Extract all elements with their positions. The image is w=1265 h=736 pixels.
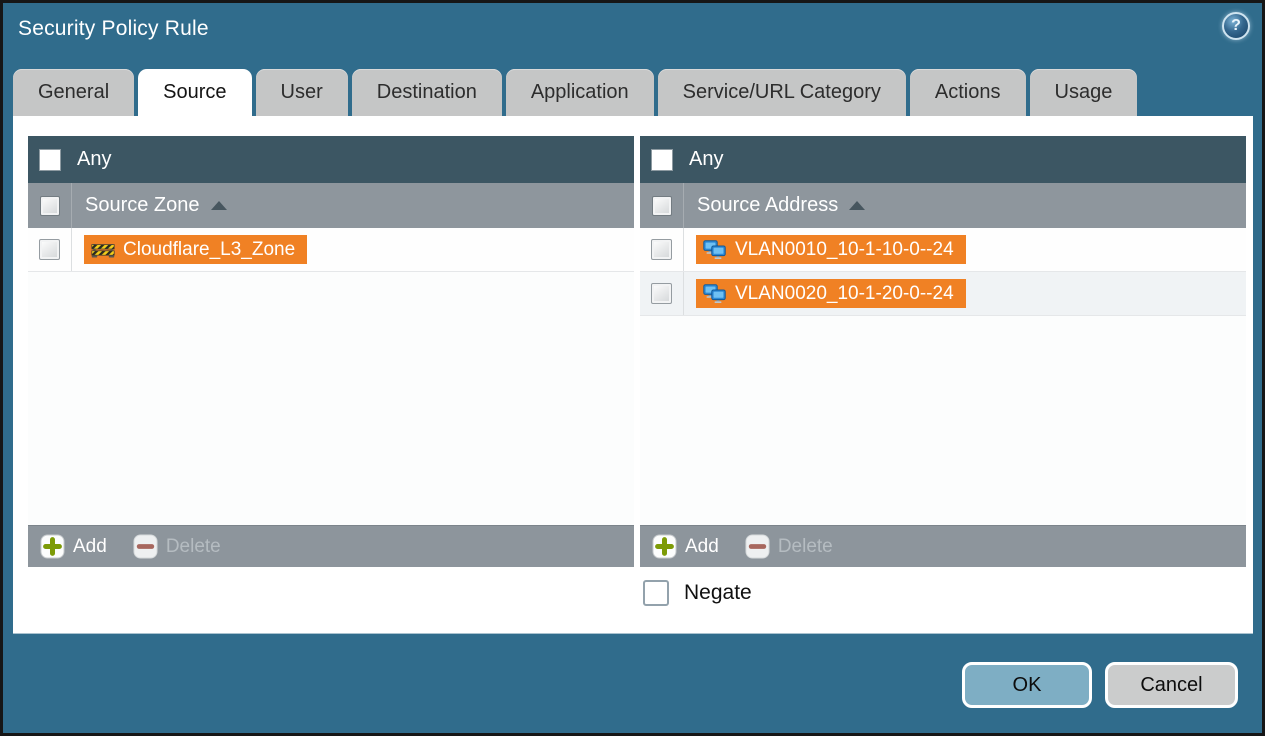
source-address-any-header: Any xyxy=(640,136,1246,183)
source-address-footer: Add Delete xyxy=(640,525,1246,567)
add-button[interactable]: Add xyxy=(652,534,719,559)
table-row[interactable]: VLAN0020_10-1-20-0--24 xyxy=(640,272,1246,316)
source-zone-column-label: Source Zone xyxy=(85,194,200,216)
source-zone-footer: Add Delete xyxy=(28,525,634,567)
source-zone-any-header: Any xyxy=(28,136,634,183)
negate-label: Negate xyxy=(684,581,752,604)
source-zone-any-label: Any xyxy=(77,148,112,170)
address-tag[interactable]: VLAN0010_10-1-10-0--24 xyxy=(696,235,966,264)
row-checkbox[interactable] xyxy=(651,239,672,260)
row-checkbox[interactable] xyxy=(651,283,672,304)
add-plus-icon xyxy=(652,534,677,559)
source-address-rows: VLAN0010_10-1-10-0--24 VLAN0020_10-1-20-… xyxy=(640,228,1246,525)
network-icon xyxy=(703,283,727,304)
source-address-column-label: Source Address xyxy=(697,194,839,216)
address-tag-label: VLAN0020_10-1-20-0--24 xyxy=(735,282,954,304)
add-label: Add xyxy=(73,535,107,557)
negate-checkbox[interactable] xyxy=(643,580,669,606)
source-address-any-label: Any xyxy=(689,148,724,170)
delete-minus-icon xyxy=(745,534,770,559)
tab-application[interactable]: Application xyxy=(505,69,654,116)
source-address-column-header: Source Address xyxy=(640,183,1246,228)
delete-minus-icon xyxy=(133,534,158,559)
source-zone-column-sort[interactable]: Source Zone xyxy=(72,183,227,228)
tab-destination[interactable]: Destination xyxy=(351,69,502,116)
source-zone-select-all-checkbox[interactable] xyxy=(39,195,60,216)
zone-icon xyxy=(91,241,115,258)
source-address-any-checkbox[interactable] xyxy=(651,148,673,171)
sort-ascending-icon xyxy=(849,201,866,210)
tab-general[interactable]: General xyxy=(13,69,135,116)
zone-tag-label: Cloudflare_L3_Zone xyxy=(123,238,296,260)
help-glyph: ? xyxy=(1231,17,1241,34)
address-tag-label: VLAN0010_10-1-10-0--24 xyxy=(735,238,954,260)
add-plus-icon xyxy=(40,534,65,559)
add-button[interactable]: Add xyxy=(40,534,107,559)
source-zone-column-header: Source Zone xyxy=(28,183,634,228)
ok-button[interactable]: OK xyxy=(962,662,1092,708)
titlebar: Security Policy Rule ? xyxy=(3,3,1262,66)
help-icon[interactable]: ? xyxy=(1222,12,1250,40)
source-address-select-all-checkbox[interactable] xyxy=(651,195,672,216)
source-zone-any-checkbox[interactable] xyxy=(39,148,61,171)
panels-container: Any Source Zone Cloudflare_L3_Zone Add D… xyxy=(28,136,1246,567)
add-label: Add xyxy=(685,535,719,557)
tab-bar: General Source User Destination Applicat… xyxy=(13,69,1252,116)
tab-user[interactable]: User xyxy=(255,69,348,116)
tab-usage[interactable]: Usage xyxy=(1029,69,1138,116)
zone-tag[interactable]: Cloudflare_L3_Zone xyxy=(84,235,308,264)
sort-ascending-icon xyxy=(210,201,227,210)
network-icon xyxy=(703,239,727,260)
negate-row: Negate xyxy=(643,580,752,606)
source-zone-panel: Any Source Zone Cloudflare_L3_Zone Add D… xyxy=(28,136,634,567)
cancel-button[interactable]: Cancel xyxy=(1105,662,1238,708)
delete-label: Delete xyxy=(165,535,221,557)
source-tab-content: Any Source Zone Cloudflare_L3_Zone Add D… xyxy=(13,116,1253,634)
tab-service-url-category[interactable]: Service/URL Category xyxy=(657,69,906,116)
table-row[interactable]: Cloudflare_L3_Zone xyxy=(28,228,634,272)
delete-label: Delete xyxy=(777,535,833,557)
security-policy-rule-dialog: Security Policy Rule ? General Source Us… xyxy=(0,0,1265,736)
dialog-title: Security Policy Rule xyxy=(18,17,209,40)
address-tag[interactable]: VLAN0020_10-1-20-0--24 xyxy=(696,279,966,308)
source-zone-rows: Cloudflare_L3_Zone xyxy=(28,228,634,525)
row-checkbox[interactable] xyxy=(39,239,60,260)
table-row[interactable]: VLAN0010_10-1-10-0--24 xyxy=(640,228,1246,272)
source-address-column-sort[interactable]: Source Address xyxy=(684,183,866,228)
delete-button[interactable]: Delete xyxy=(745,534,833,559)
tab-source[interactable]: Source xyxy=(138,69,252,116)
source-address-panel: Any Source Address VLAN0010_10-1-10-0--2… xyxy=(640,136,1246,567)
tab-actions[interactable]: Actions xyxy=(909,69,1026,116)
delete-button[interactable]: Delete xyxy=(133,534,221,559)
